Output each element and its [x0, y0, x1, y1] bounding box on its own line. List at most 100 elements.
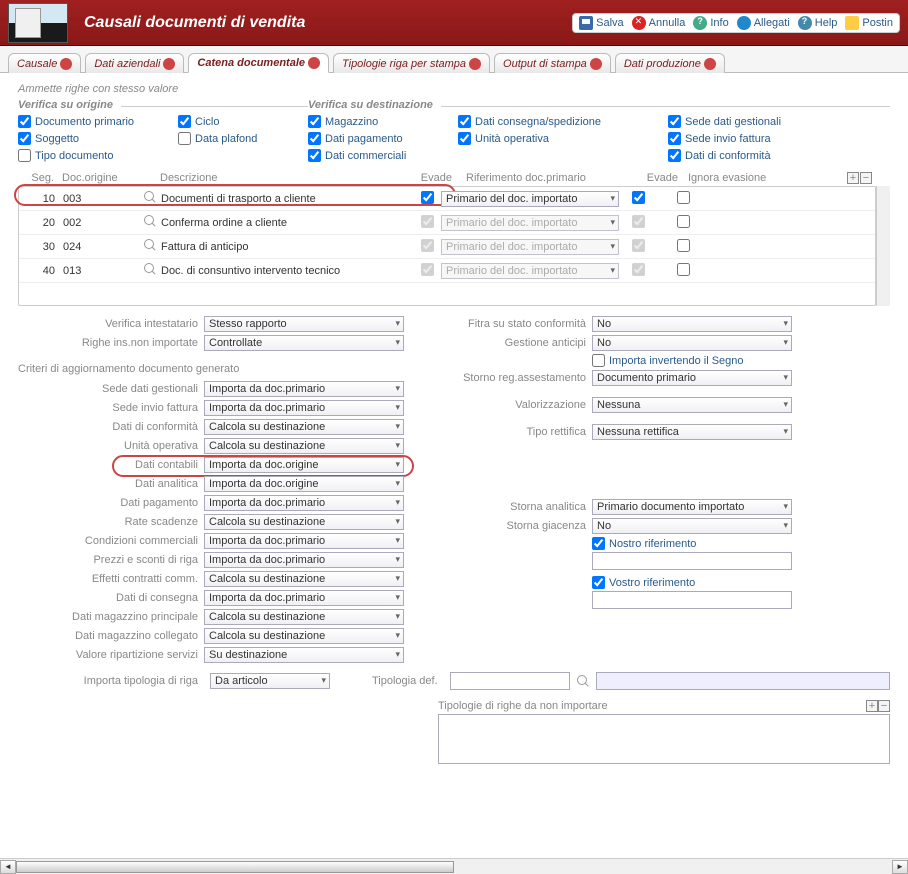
remove-button[interactable]: −: [878, 700, 890, 712]
ignora-checkbox[interactable]: [677, 263, 690, 276]
sel-righe-non-importate[interactable]: Controllate: [204, 335, 404, 351]
postin-button[interactable]: Postin: [845, 16, 893, 30]
table-row[interactable]: 20 002 Conferma ordine a cliente Primari…: [19, 211, 875, 235]
checkbox[interactable]: [18, 115, 31, 128]
checkbox[interactable]: [308, 132, 321, 145]
grid-add-button[interactable]: +: [847, 172, 859, 184]
search-icon[interactable]: [143, 214, 157, 228]
chk-dati-pagamento[interactable]: Dati pagamento: [308, 132, 458, 145]
tab-output[interactable]: Output di stampa: [494, 53, 611, 73]
sel-unita-operativa[interactable]: Calcola su destinazione: [204, 438, 404, 454]
sel-rate-scadenze[interactable]: Calcola su destinazione: [204, 514, 404, 530]
tab-catena-documentale[interactable]: Catena documentale: [188, 53, 329, 73]
tab-dati-aziendali[interactable]: Dati aziendali: [85, 53, 184, 73]
chk-magazzino[interactable]: Magazzino: [308, 115, 458, 128]
search-icon[interactable]: [143, 190, 157, 204]
search-icon[interactable]: [576, 674, 590, 688]
tab-tipologie[interactable]: Tipologie riga per stampa: [333, 53, 490, 73]
grid-remove-button[interactable]: −: [860, 172, 872, 184]
sel-gest-anticipi[interactable]: No: [592, 335, 792, 351]
save-button[interactable]: Salva: [579, 16, 624, 30]
table-row[interactable]: 40 013 Doc. di consuntivo intervento tec…: [19, 259, 875, 283]
tab-produzione[interactable]: Dati produzione: [615, 53, 725, 73]
checkbox[interactable]: [308, 149, 321, 162]
checkbox[interactable]: [178, 115, 191, 128]
sel-dati-contabili[interactable]: Importa da doc.origine: [204, 457, 404, 473]
chk-documento-primario[interactable]: Documento primario: [18, 115, 178, 128]
horizontal-scrollbar[interactable]: ◄ ►: [0, 858, 908, 874]
chk-vostro-rif[interactable]: Vostro riferimento: [592, 576, 792, 589]
table-row[interactable]: 30 024 Fattura di anticipo Primario del …: [19, 235, 875, 259]
ignora-checkbox[interactable]: [677, 239, 690, 252]
table-row[interactable]: 10 003 Documenti di trasporto a cliente …: [19, 187, 875, 211]
checkbox[interactable]: [592, 354, 605, 367]
scroll-track[interactable]: [16, 860, 892, 874]
checkbox[interactable]: [18, 132, 31, 145]
attachments-button[interactable]: Allegati: [737, 16, 790, 30]
sel-storna-analitica[interactable]: Primario documento importato: [592, 499, 792, 515]
chk-importa-inv[interactable]: Importa invertendo il Segno: [592, 354, 744, 367]
chk-unita-operativa[interactable]: Unità operativa: [458, 132, 668, 145]
evade-checkbox[interactable]: [421, 191, 434, 204]
checkbox[interactable]: [178, 132, 191, 145]
nostro-rif-input[interactable]: [592, 552, 792, 570]
checkbox[interactable]: [592, 537, 605, 550]
chk-dati-consegna[interactable]: Dati consegna/spedizione: [458, 115, 668, 128]
tipol-non-imp-list[interactable]: [438, 714, 890, 764]
chk-dati-commerciali[interactable]: Dati commerciali: [308, 149, 458, 162]
tipol-def-input[interactable]: [450, 672, 570, 690]
checkbox[interactable]: [18, 149, 31, 162]
checkbox[interactable]: [668, 115, 681, 128]
sel-dati-analitica[interactable]: Importa da doc.origine: [204, 476, 404, 492]
vostro-rif-input[interactable]: [592, 591, 792, 609]
sel-storno-reg[interactable]: Documento primario: [592, 370, 792, 386]
chk-data-plafond[interactable]: Data plafond: [178, 132, 298, 145]
checkbox[interactable]: [592, 576, 605, 589]
info-button[interactable]: Info: [693, 16, 728, 30]
grid-scrollbar[interactable]: [876, 186, 890, 306]
sel-filtra[interactable]: No: [592, 316, 792, 332]
sel-mag-coll[interactable]: Calcola su destinazione: [204, 628, 404, 644]
chk-tipo-documento[interactable]: Tipo documento: [18, 149, 178, 162]
sel-mag-princ[interactable]: Calcola su destinazione: [204, 609, 404, 625]
chk-nostro-rif[interactable]: Nostro riferimento: [592, 537, 792, 550]
scroll-right-button[interactable]: ►: [892, 860, 908, 874]
close-icon[interactable]: [163, 58, 175, 70]
sel-imp-tipol[interactable]: Da articolo: [210, 673, 330, 689]
sel-tipo-rettifica[interactable]: Nessuna rettifica: [592, 424, 792, 440]
sel-valorizzazione[interactable]: Nessuna: [592, 397, 792, 413]
close-icon[interactable]: [60, 58, 72, 70]
rif-select[interactable]: Primario del doc. importato: [441, 191, 619, 207]
checkbox[interactable]: [668, 149, 681, 162]
search-icon[interactable]: [143, 238, 157, 252]
close-icon[interactable]: [590, 58, 602, 70]
sel-verifica-intestatario[interactable]: Stesso rapporto: [204, 316, 404, 332]
chk-sede-fattura[interactable]: Sede invio fattura: [668, 132, 838, 145]
sel-sede-gestionali[interactable]: Importa da doc.primario: [204, 381, 404, 397]
close-icon[interactable]: [704, 58, 716, 70]
checkbox[interactable]: [458, 115, 471, 128]
sel-dati-conformita[interactable]: Calcola su destinazione: [204, 419, 404, 435]
sel-dati-consegna[interactable]: Importa da doc.primario: [204, 590, 404, 606]
sel-cond-comm[interactable]: Importa da doc.primario: [204, 533, 404, 549]
checkbox[interactable]: [308, 115, 321, 128]
add-button[interactable]: +: [866, 700, 878, 712]
checkbox[interactable]: [668, 132, 681, 145]
close-icon[interactable]: [308, 57, 320, 69]
sel-effetti-comm[interactable]: Calcola su destinazione: [204, 571, 404, 587]
ignora-checkbox[interactable]: [677, 215, 690, 228]
chk-soggetto[interactable]: Soggetto: [18, 132, 178, 145]
sel-val-rip[interactable]: Su destinazione: [204, 647, 404, 663]
evade2-checkbox[interactable]: [632, 191, 645, 204]
close-icon[interactable]: [469, 58, 481, 70]
sel-sede-fattura[interactable]: Importa da doc.primario: [204, 400, 404, 416]
cancel-button[interactable]: Annulla: [632, 16, 686, 30]
chk-ciclo[interactable]: Ciclo: [178, 115, 298, 128]
sel-storna-giacenza[interactable]: No: [592, 518, 792, 534]
search-icon[interactable]: [143, 262, 157, 276]
tab-causale[interactable]: Causale: [8, 53, 81, 73]
sel-prezzi-sconti[interactable]: Importa da doc.primario: [204, 552, 404, 568]
sel-dati-pagamento[interactable]: Importa da doc.primario: [204, 495, 404, 511]
scroll-thumb[interactable]: [16, 861, 454, 873]
checkbox[interactable]: [458, 132, 471, 145]
